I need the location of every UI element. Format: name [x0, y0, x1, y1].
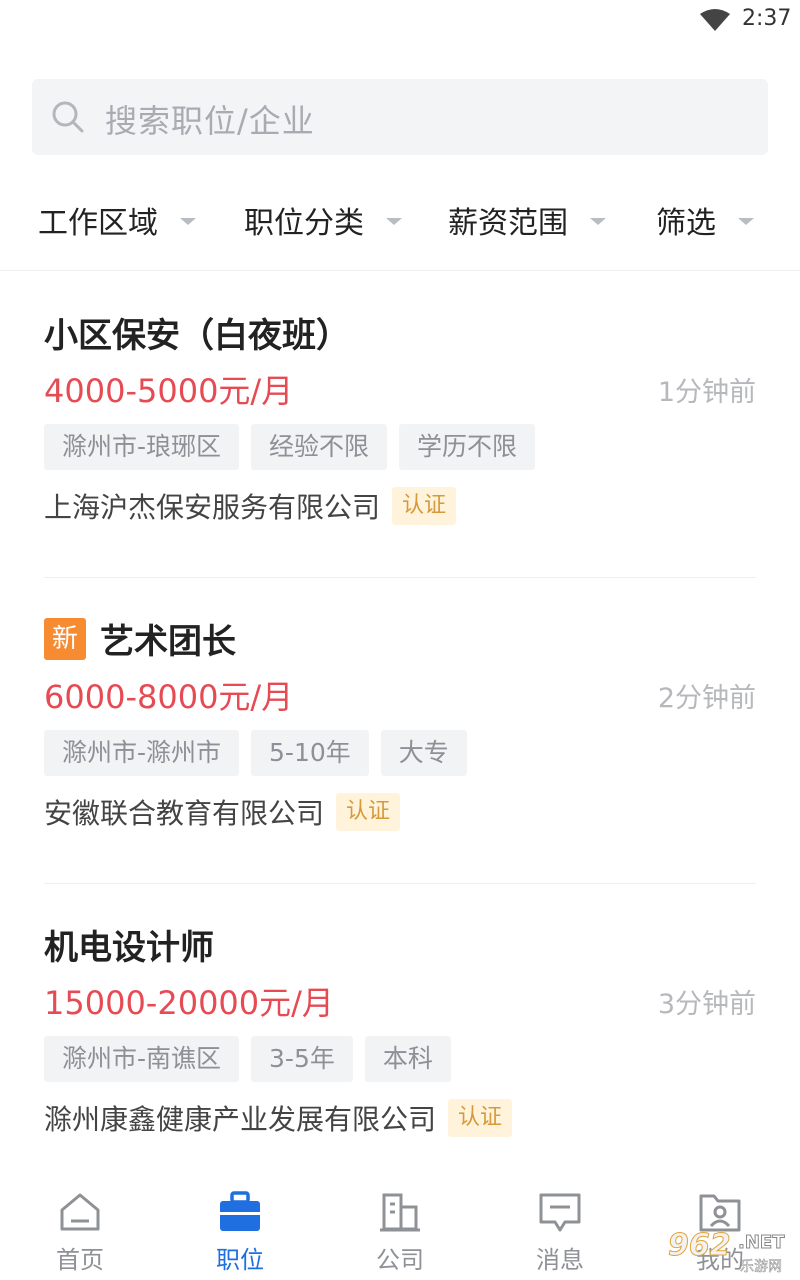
status-bar: 2:37: [0, 0, 800, 44]
nav-label: 消息: [536, 1246, 584, 1274]
job-tags: 滁州市-滁州市 5-10年 大专: [44, 730, 467, 776]
company-name: 上海沪杰保安服务有限公司: [44, 491, 381, 524]
job-title-text: 艺术团长: [100, 622, 236, 662]
nav-jobs[interactable]: 职位: [160, 1180, 320, 1280]
filter-bar: 工作区域 职位分类 薪资范围 筛选: [0, 190, 800, 250]
job-title: 机电设计师: [44, 920, 214, 969]
search-icon: [52, 101, 84, 133]
caret-down-icon: [386, 218, 402, 225]
job-posted-time: 3分钟前: [657, 989, 756, 1020]
verified-badge: 认证: [336, 793, 401, 831]
job-tags: 滁州市-南谯区 3-5年 本科: [44, 1036, 451, 1082]
job-tag-education: 学历不限: [399, 424, 536, 470]
company-name: 滁州康鑫健康产业发展有限公司: [44, 1103, 437, 1136]
caret-down-icon: [590, 218, 606, 225]
divider: [44, 577, 756, 578]
new-badge: 新: [44, 617, 86, 660]
home-icon: [60, 1193, 100, 1231]
job-tag-experience: 3-5年: [251, 1036, 353, 1082]
job-tag-experience: 5-10年: [251, 730, 369, 776]
search-input[interactable]: 搜索职位/企业: [105, 96, 315, 142]
verified-badge: 认证: [448, 1099, 513, 1137]
building-icon: [380, 1193, 420, 1232]
job-tag-location: 滁州市-南谯区: [44, 1036, 240, 1082]
wifi-icon: [700, 9, 730, 31]
job-title: 小区保安（白夜班）: [44, 308, 350, 357]
job-tag-education: 本科: [364, 1036, 451, 1082]
verified-badge: 认证: [392, 487, 457, 525]
status-time: 2:37: [742, 6, 792, 31]
job-posted-time: 2分钟前: [657, 683, 756, 714]
job-tag-education: 大专: [380, 730, 467, 776]
nav-label: 公司: [376, 1246, 424, 1274]
watermark-logo: 962 .NET 乐游网: [668, 1228, 796, 1276]
job-tag-experience: 经验不限: [251, 424, 388, 470]
job-card[interactable]: 机电设计师 15000-20000元/月 3分钟前 滁州市-南谯区 3-5年 本…: [0, 920, 800, 1160]
filter-label: 工作区域: [38, 206, 158, 241]
job-title: 新 艺术团长: [44, 614, 236, 663]
job-salary: 6000-8000元/月: [44, 678, 294, 716]
filter-label: 筛选: [656, 206, 716, 241]
job-company: 滁州康鑫健康产业发展有限公司 认证: [44, 1098, 513, 1138]
job-card[interactable]: 小区保安（白夜班） 4000-5000元/月 1分钟前 滁州市-琅琊区 经验不限…: [0, 308, 800, 558]
briefcase-icon: [220, 1191, 260, 1231]
job-tags: 滁州市-琅琊区 经验不限 学历不限: [44, 424, 536, 470]
nav-label: 首页: [56, 1246, 104, 1274]
job-card[interactable]: 新 艺术团长 6000-8000元/月 2分钟前 滁州市-滁州市 5-10年 大…: [0, 614, 800, 864]
job-tag-location: 滁州市-滁州市: [44, 730, 240, 776]
company-name: 安徽联合教育有限公司: [44, 797, 325, 830]
job-company: 安徽联合教育有限公司 认证: [44, 792, 401, 832]
nav-company[interactable]: 公司: [320, 1180, 480, 1280]
watermark-suffix: .NET: [737, 1232, 785, 1254]
job-title-text: 小区保安（白夜班）: [44, 316, 350, 356]
nav-label: 职位: [216, 1246, 264, 1274]
nav-messages[interactable]: 消息: [480, 1180, 640, 1280]
nav-home[interactable]: 首页: [0, 1180, 160, 1280]
job-salary: 15000-20000元/月: [44, 984, 334, 1022]
filter-more[interactable]: 筛选: [656, 190, 754, 250]
job-title-text: 机电设计师: [44, 928, 214, 968]
filter-work-area[interactable]: 工作区域: [38, 190, 196, 250]
job-company: 上海沪杰保安服务有限公司 认证: [44, 486, 457, 526]
caret-down-icon: [738, 218, 754, 225]
caret-down-icon: [180, 218, 196, 225]
divider: [44, 883, 756, 884]
filter-label: 薪资范围: [448, 206, 568, 241]
job-posted-time: 1分钟前: [657, 377, 756, 408]
search-bar[interactable]: 搜索职位/企业: [32, 79, 768, 155]
job-tag-location: 滁州市-琅琊区: [44, 424, 240, 470]
filter-job-category[interactable]: 职位分类: [244, 190, 402, 250]
watermark-number: 962: [668, 1228, 732, 1264]
filter-salary-range[interactable]: 薪资范围: [448, 190, 606, 250]
watermark-subtitle: 乐游网: [740, 1259, 783, 1276]
job-salary: 4000-5000元/月: [44, 372, 294, 410]
message-icon: [539, 1193, 581, 1232]
filter-label: 职位分类: [244, 206, 364, 241]
divider: [0, 270, 800, 271]
